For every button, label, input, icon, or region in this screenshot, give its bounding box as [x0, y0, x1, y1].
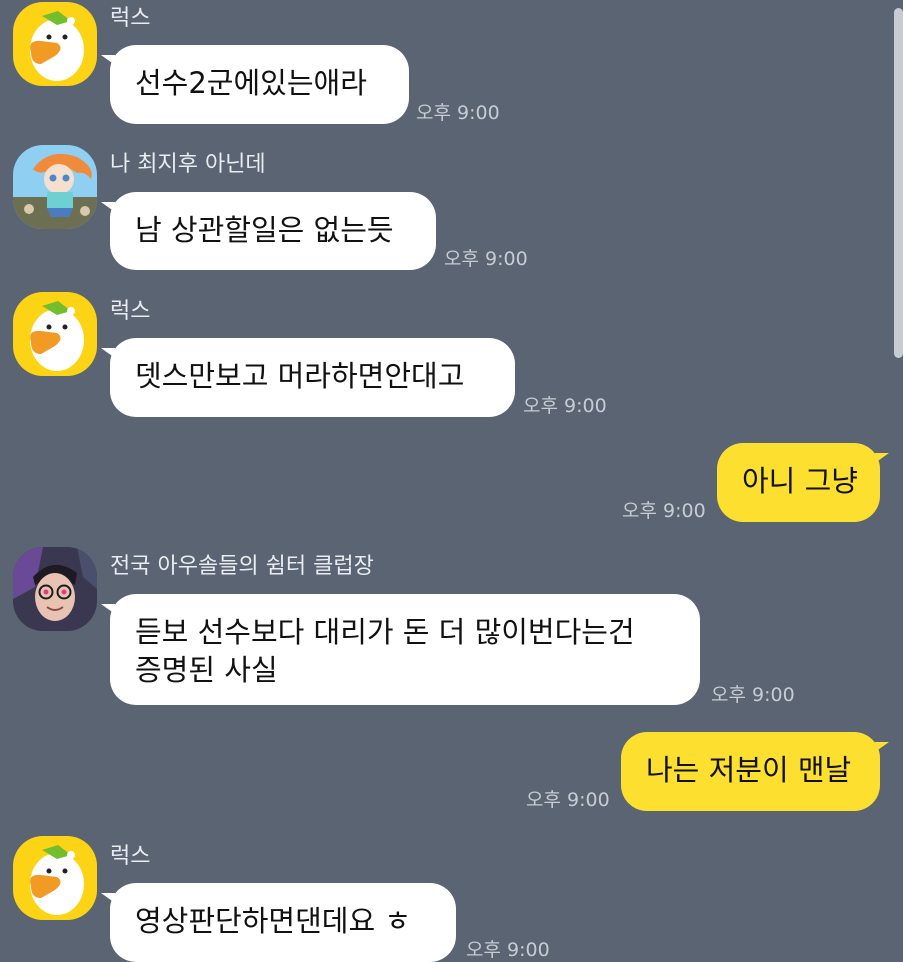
message-bubble[interactable]: 남 상관할일은 없는듯 [101, 192, 436, 270]
chat-window: 럭스 선수2군에있는애라 오후 9:00 나 최지후 아닌데 남 상관할일은 없… [0, 0, 903, 962]
avatar-duck[interactable] [13, 292, 97, 376]
sender-name: 럭스 [110, 844, 151, 869]
sender-name: 럭스 [110, 6, 151, 31]
message-timestamp: 오후 9:00 [444, 248, 528, 270]
message-text-line: 증명된 사실 [135, 653, 278, 687]
message-bubble[interactable]: 선수2군에있는애라 [101, 45, 409, 124]
message-timestamp: 오후 9:00 [622, 500, 706, 522]
message-bubble[interactable]: 듣보 선수보다 대리가 돈 더 많이번다는건 증명된 사실 [101, 594, 700, 705]
message-bubble[interactable]: 영상판단하면댄데요 ㅎ [101, 883, 456, 962]
my-message-bubble[interactable]: 나는 저분이 맨날 [621, 732, 889, 811]
message-text-line: 듣보 선수보다 대리가 돈 더 많이번다는건 [135, 615, 635, 649]
sender-name: 전국 아우솔들의 쉼터 클럽장 [110, 554, 374, 579]
message-timestamp: 오후 9:00 [466, 939, 550, 961]
avatar-duck[interactable] [13, 2, 97, 86]
message-timestamp: 오후 9:00 [711, 684, 795, 706]
avatar-man-glasses[interactable] [13, 547, 97, 631]
sender-name: 럭스 [110, 299, 151, 324]
message-timestamp: 오후 9:00 [523, 395, 607, 417]
message-bubble[interactable]: 뎃스만보고 머라하면안대고 [101, 338, 515, 417]
my-message-bubble[interactable]: 아니 그냥 [717, 443, 889, 522]
avatar-duck[interactable] [13, 836, 97, 920]
scrollbar[interactable] [894, 8, 903, 358]
message-timestamp: 오후 9:00 [416, 102, 500, 124]
sender-name: 나 최지후 아닌데 [110, 152, 266, 177]
avatar-girl-cartoon[interactable] [13, 145, 97, 229]
message-timestamp: 오후 9:00 [526, 789, 610, 811]
